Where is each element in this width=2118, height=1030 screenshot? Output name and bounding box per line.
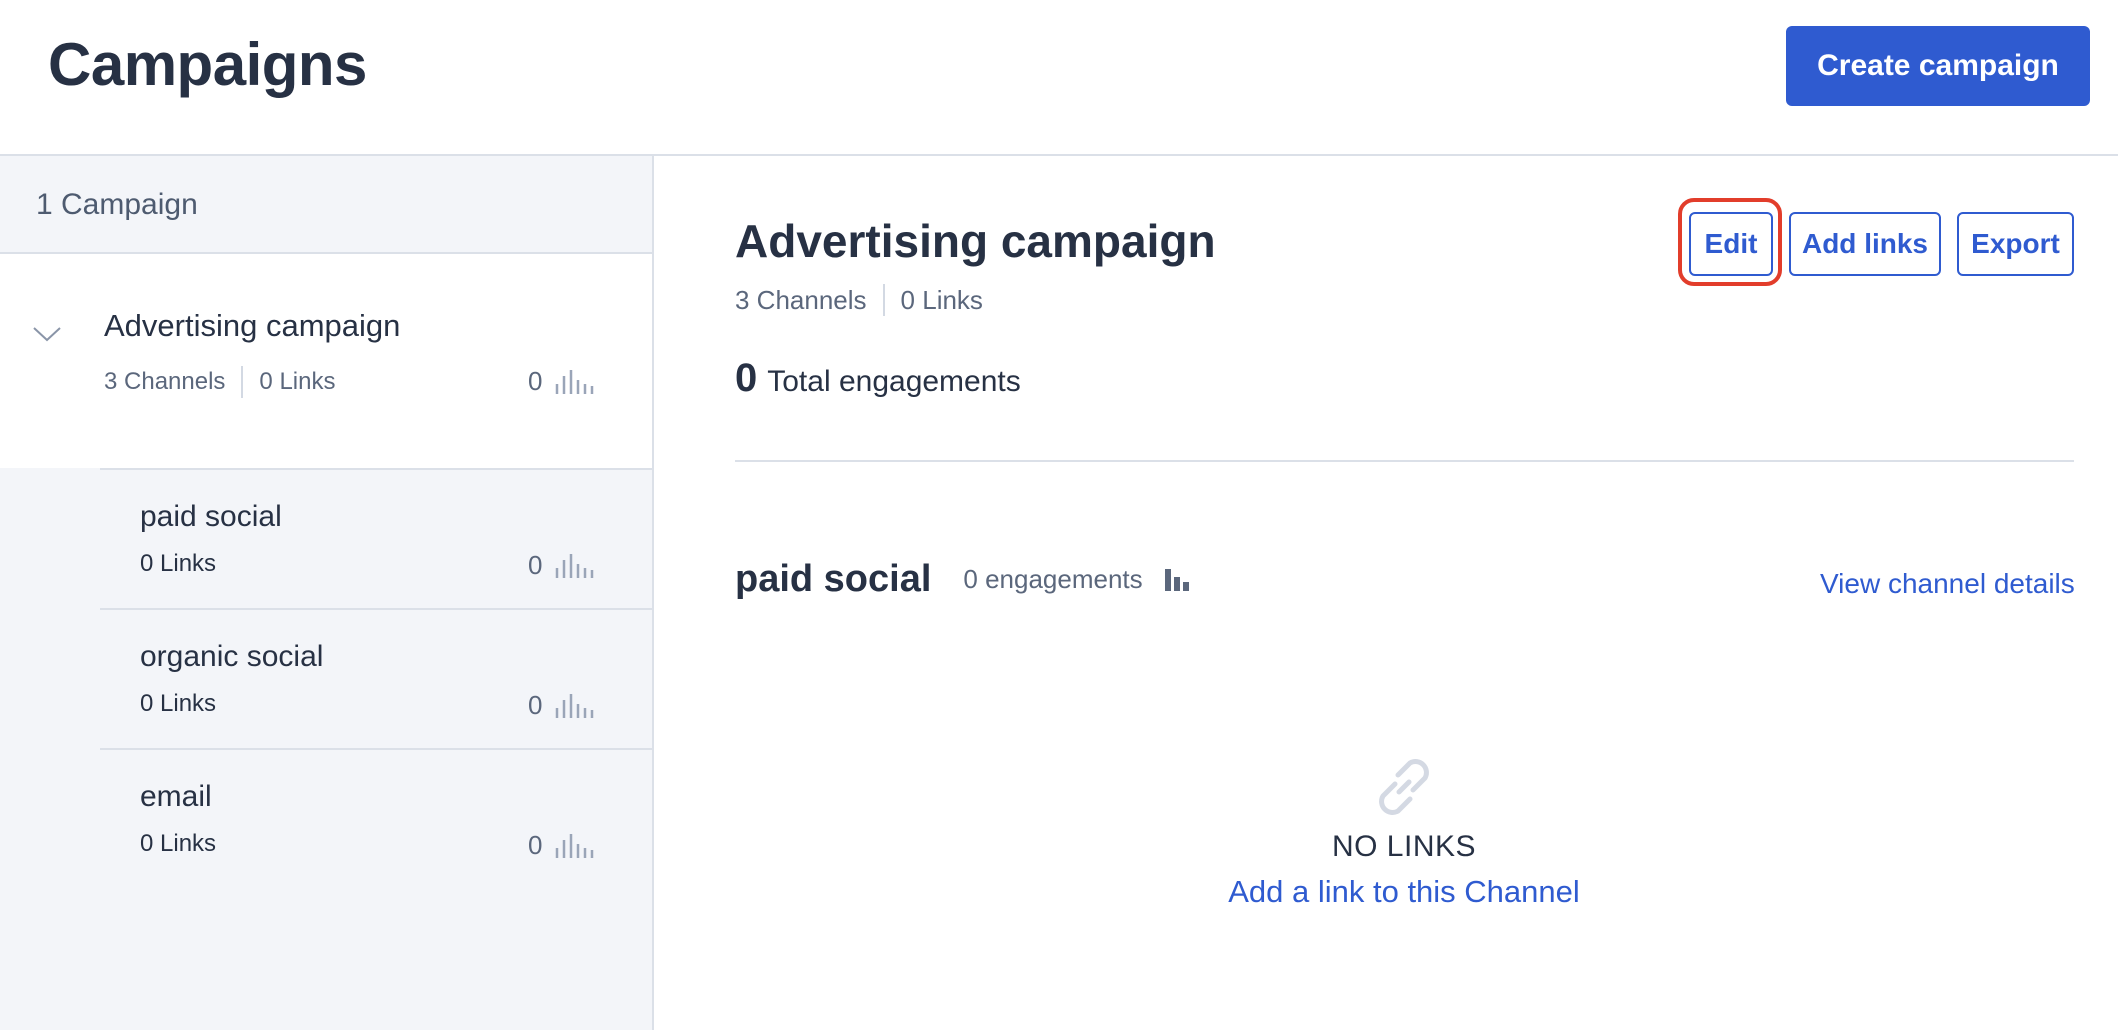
total-engagements-value: 0 (735, 356, 758, 400)
empty-state: NO LINKS Add a link to this Channel (1040, 748, 1768, 910)
engagement-count: 0 (528, 690, 543, 720)
engagement-summary: 0 (528, 690, 596, 721)
export-button[interactable]: Export (1957, 212, 2074, 276)
sparkline-icon (556, 833, 594, 858)
add-link-to-channel-link[interactable]: Add a link to this Channel (1040, 874, 1768, 910)
campaign-count: 1 Campaign (36, 188, 198, 221)
edit-button[interactable]: Edit (1689, 212, 1773, 276)
total-engagements-label: Total engagements (767, 365, 1021, 398)
sidebar-channel-paid-social[interactable]: paid social 0 Links 0 (100, 468, 652, 608)
page-header: Campaigns Create campaign (0, 0, 2118, 156)
link-count: 0 Links (259, 368, 336, 395)
channel-name: organic social (140, 640, 324, 673)
channel-section-header: paid social 0 engagements (735, 558, 1189, 601)
channel-link-count: 0 Links (140, 690, 217, 717)
empty-state-title: NO LINKS (1331, 830, 1477, 863)
divider (735, 460, 2074, 462)
detail-title: Advertising campaign (735, 215, 1216, 267)
sidebar-channel-email[interactable]: email 0 Links 0 (100, 748, 652, 888)
sidebar-campaign-name: Advertising campaign (104, 308, 401, 343)
channel-name: paid social (140, 500, 282, 533)
view-channel-details-link[interactable]: View channel details (1820, 568, 2075, 600)
engagement-count: 0 (528, 366, 543, 396)
channel-count: 3 Channels (104, 368, 226, 395)
engagement-summary: 0 (528, 550, 596, 581)
channel-link-count: 0 Links (140, 550, 217, 577)
sidebar-campaign-meta: 3 Channels 0 Links (104, 366, 335, 398)
engagement-summary: 0 (528, 366, 596, 397)
sparkline-icon (556, 369, 594, 394)
sparkline-icon (556, 693, 594, 718)
detail-meta: 3 Channels 0 Links (735, 284, 983, 316)
divider (241, 366, 244, 398)
sidebar-campaign-item[interactable]: Advertising campaign 3 Channels 0 Links … (0, 254, 652, 468)
channel-engagements: 0 engagements (963, 564, 1143, 594)
divider (882, 284, 885, 316)
sidebar-channel-organic-social[interactable]: organic social 0 Links 0 (100, 608, 652, 748)
create-campaign-button[interactable]: Create campaign (1786, 26, 2090, 106)
link-icon (1379, 759, 1429, 815)
link-count: 0 Links (900, 284, 983, 315)
channel-section-title: paid social (735, 558, 932, 600)
sparkline-icon (556, 553, 594, 578)
bar-chart-icon[interactable] (1164, 568, 1189, 591)
engagement-count: 0 (528, 550, 543, 580)
channel-count: 3 Channels (735, 284, 867, 315)
channel-name: email (140, 780, 212, 813)
campaign-sidebar: 1 Campaign Advertising campaign 3 Channe… (0, 156, 654, 1030)
chevron-down-icon[interactable] (32, 324, 62, 344)
add-links-button[interactable]: Add links (1789, 212, 1941, 276)
engagement-summary: 0 (528, 830, 596, 861)
total-engagements: 0 Total engagements (735, 356, 1021, 401)
channel-link-count: 0 Links (140, 830, 217, 857)
page-title: Campaigns (48, 31, 367, 98)
engagement-count: 0 (528, 830, 543, 860)
